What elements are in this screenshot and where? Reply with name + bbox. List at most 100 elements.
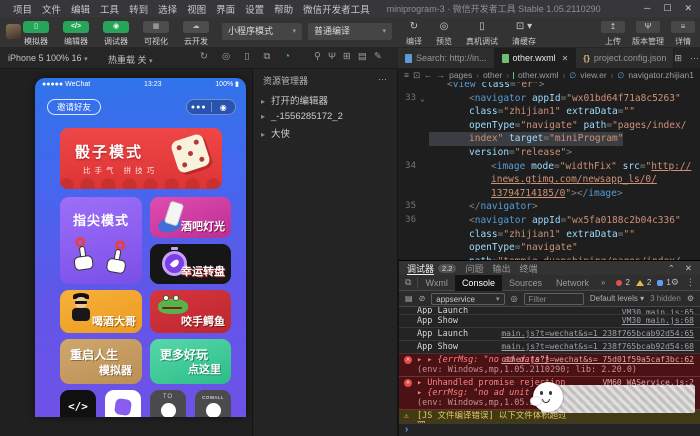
menu-item-4[interactable]: 转到 <box>124 2 153 16</box>
menu-item-1[interactable]: 文件 <box>37 2 66 16</box>
source-link[interactable]: main.js?t=wechat&s=1_238f765bcab92d54:68 <box>501 342 694 351</box>
explorer-item-daxia[interactable]: ▸大侠 <box>253 124 397 142</box>
tab-terminal[interactable]: 终端 <box>519 262 537 275</box>
app-icon-purple[interactable] <box>105 390 141 417</box>
tab-project-config[interactable]: {} project.config.json <box>576 48 674 68</box>
bookmark-icon[interactable]: ⊡ <box>413 70 420 81</box>
code-line-11[interactable]: class="zhijian1" extraData="" <box>398 228 700 242</box>
tab-console[interactable]: Console <box>455 275 502 291</box>
source-link[interactable]: VM30 main.js:65 <box>622 308 694 315</box>
simulator-icon-1[interactable]: ◎ <box>222 51 230 62</box>
menu-item-9[interactable]: 帮助 <box>269 2 298 16</box>
menu-item-2[interactable]: 编辑 <box>66 2 95 16</box>
split-editor-icon[interactable]: ⊞ <box>674 53 682 64</box>
more-tabs-icon[interactable]: » <box>596 278 610 287</box>
code-line-10[interactable]: 36<navigator appId="wx5fa0188c2b04c336" <box>398 214 700 228</box>
device-selector[interactable]: iPhone 5 100% 16 ▾ <box>8 53 88 63</box>
eye-icon[interactable]: ◎ <box>511 294 518 303</box>
panel-icon-4[interactable]: ✎ <box>374 51 382 62</box>
menu-item-0[interactable]: 项目 <box>8 2 37 16</box>
console-row-2[interactable]: App Launchmain.js?t=wechat&s=1_238f765bc… <box>399 328 700 341</box>
invite-friends-button[interactable]: 邀请好友 <box>47 99 101 115</box>
close-panel-icon[interactable]: ✕ <box>685 263 692 274</box>
code-line-5[interactable]: version="release"> <box>398 146 700 160</box>
crumb-other[interactable]: other <box>483 70 502 80</box>
code-line-7[interactable]: inews.gtimg.com/newsapp_ls/0/ <box>398 173 700 187</box>
console-log-area[interactable]: App LaunchVM30 main.js:65App ShowVM30 ma… <box>399 307 700 436</box>
settings-gear-icon[interactable]: ⚙ <box>671 277 679 288</box>
card-drinking-bro[interactable]: 喝酒大哥 <box>60 290 142 333</box>
crumb-pages[interactable]: pages <box>449 70 472 80</box>
code-line-1[interactable]: 33⌄<navigator appId="wx01bd64f71a8c5263" <box>398 92 700 106</box>
maximize-button[interactable]: ☐ <box>663 3 671 14</box>
panel-icon-2[interactable]: ⊞ <box>343 51 351 62</box>
card-restart-life[interactable]: 重启人生 模拟器 <box>60 339 142 384</box>
card-more-fun[interactable]: 更多好玩 点这里 <box>150 339 231 384</box>
compile-mode-dropdown[interactable]: 普通编译 ▾ <box>308 23 392 40</box>
tab-other-wxml[interactable]: other.wxml ✕ <box>495 48 577 68</box>
capsule-menu[interactable]: ●●● ◉ <box>186 99 236 115</box>
card-lucky-wheel[interactable]: 幸运转盘 <box>150 244 231 284</box>
sidebar-toggle-icon[interactable]: ▤ <box>405 294 413 303</box>
tab-problems[interactable]: 问题 <box>465 262 483 275</box>
context-selector[interactable]: appservice▾ <box>431 293 504 305</box>
code-line-0[interactable]: <view class="er"> <box>398 82 700 92</box>
console-settings-gear-icon[interactable]: ⚙ <box>687 294 694 303</box>
code-line-12[interactable]: openType="navigate" <box>398 241 700 255</box>
hidden-count-label[interactable]: 3 hidden <box>650 294 681 303</box>
crumb-view-er[interactable]: view.er <box>580 70 606 80</box>
code-line-3[interactable]: openType="navigate" path="pages/index/ <box>398 119 700 133</box>
crumb-navigator[interactable]: navigator.zhijian1 <box>628 70 694 80</box>
close-tab-icon[interactable]: ✕ <box>562 54 569 63</box>
menu-item-6[interactable]: 视图 <box>182 2 211 16</box>
close-button[interactable]: ✕ <box>684 3 692 14</box>
collapse-panel-icon[interactable]: ⌃ <box>668 263 675 274</box>
mode-dropdown[interactable]: 小程序模式 ▾ <box>222 23 302 40</box>
code-line-2[interactable]: class="zhijian1" extraData="" <box>398 105 700 119</box>
more-icon[interactable]: ··· <box>378 74 387 87</box>
upload-button[interactable]: ↥ 上传 <box>598 21 628 47</box>
menu-icon[interactable]: ≡ <box>404 70 409 80</box>
version-control-button[interactable]: Ψ 版本管理 <box>626 21 670 47</box>
clear-cache-button[interactable]: ⊡ ▾ 清缓存 <box>506 21 542 47</box>
dice-mode-banner[interactable]: 骰子模式 比手气 拼技巧 <box>60 128 222 189</box>
menu-item-8[interactable]: 设置 <box>240 2 269 16</box>
app-icon-cowall[interactable]: COWALL <box>195 390 231 417</box>
inspect-device-icon[interactable]: ⧉ <box>399 277 418 288</box>
card-bar-lights[interactable]: 酒吧灯光 <box>150 197 231 238</box>
back-arrow-icon[interactable]: ← <box>424 70 433 80</box>
tab-search[interactable]: Search: http://in... <box>398 48 495 68</box>
tab-sources[interactable]: Sources <box>502 275 549 291</box>
menu-item-5[interactable]: 选择 <box>153 2 182 16</box>
hot-reload-toggle[interactable]: 热重载 关 ▾ <box>108 53 153 66</box>
log-levels-dropdown[interactable]: Default levels ▾ <box>590 294 644 303</box>
explorer-item-open-editors[interactable]: ▸打开的编辑器 <box>253 91 397 109</box>
tab-output[interactable]: 输出 <box>492 262 510 275</box>
simulator-icon-3[interactable]: ⧉ <box>264 51 271 62</box>
menu-item-3[interactable]: 工具 <box>95 2 124 16</box>
preview-button[interactable]: ◎ 预览 <box>430 21 458 47</box>
more-dots-icon[interactable]: ●●● <box>187 104 211 111</box>
simulator-toggle[interactable]: ▯ 模拟器 <box>16 21 56 47</box>
explorer-item-project-folder[interactable]: ▸_-1556285172_2 <box>253 109 397 124</box>
panel-icon-0[interactable]: ⚲ <box>314 51 321 62</box>
code-line-4[interactable]: index" target="miniProgram" <box>398 132 700 146</box>
source-link[interactable]: main.js?t=wechat&s=1_238f765bcab92d54:65 <box>501 329 694 338</box>
remote-debug-button[interactable]: ▯ 真机调试 <box>460 21 504 47</box>
code-line-6[interactable]: 34<image mode="widthFix" src="http:// <box>398 160 700 174</box>
console-prompt[interactable]: › <box>399 423 700 436</box>
tab-wxml[interactable]: Wxml <box>418 275 455 291</box>
source-link[interactable]: other.js?t=wechat&s=_75d01f59a5caf3bc:62 <box>501 355 694 364</box>
kebab-menu-icon[interactable]: ⋮ <box>686 277 695 288</box>
panel-icon-1[interactable]: Ψ <box>328 51 336 62</box>
capsule-home-icon[interactable]: ◉ <box>212 103 236 112</box>
console-row-1[interactable]: App ShowVM30 main.js:68 <box>399 315 700 328</box>
compile-button[interactable]: ↻ 编译 <box>400 21 428 47</box>
code-line-8[interactable]: 13794714185/0"></image> <box>398 187 700 201</box>
card-crocodile[interactable]: 咬手鳄鱼 <box>150 290 231 333</box>
menu-item-7[interactable]: 界面 <box>211 2 240 16</box>
tab-debugger[interactable]: 调试器 <box>407 262 434 275</box>
crumb-other-wxml[interactable]: other.wxml <box>518 70 559 80</box>
debugger-toggle[interactable]: ◉ 调试器 <box>96 21 136 47</box>
console-row-4[interactable]: ✕▸ ▸ {errMsg: "no ad data"}(env: Windows… <box>399 354 700 377</box>
